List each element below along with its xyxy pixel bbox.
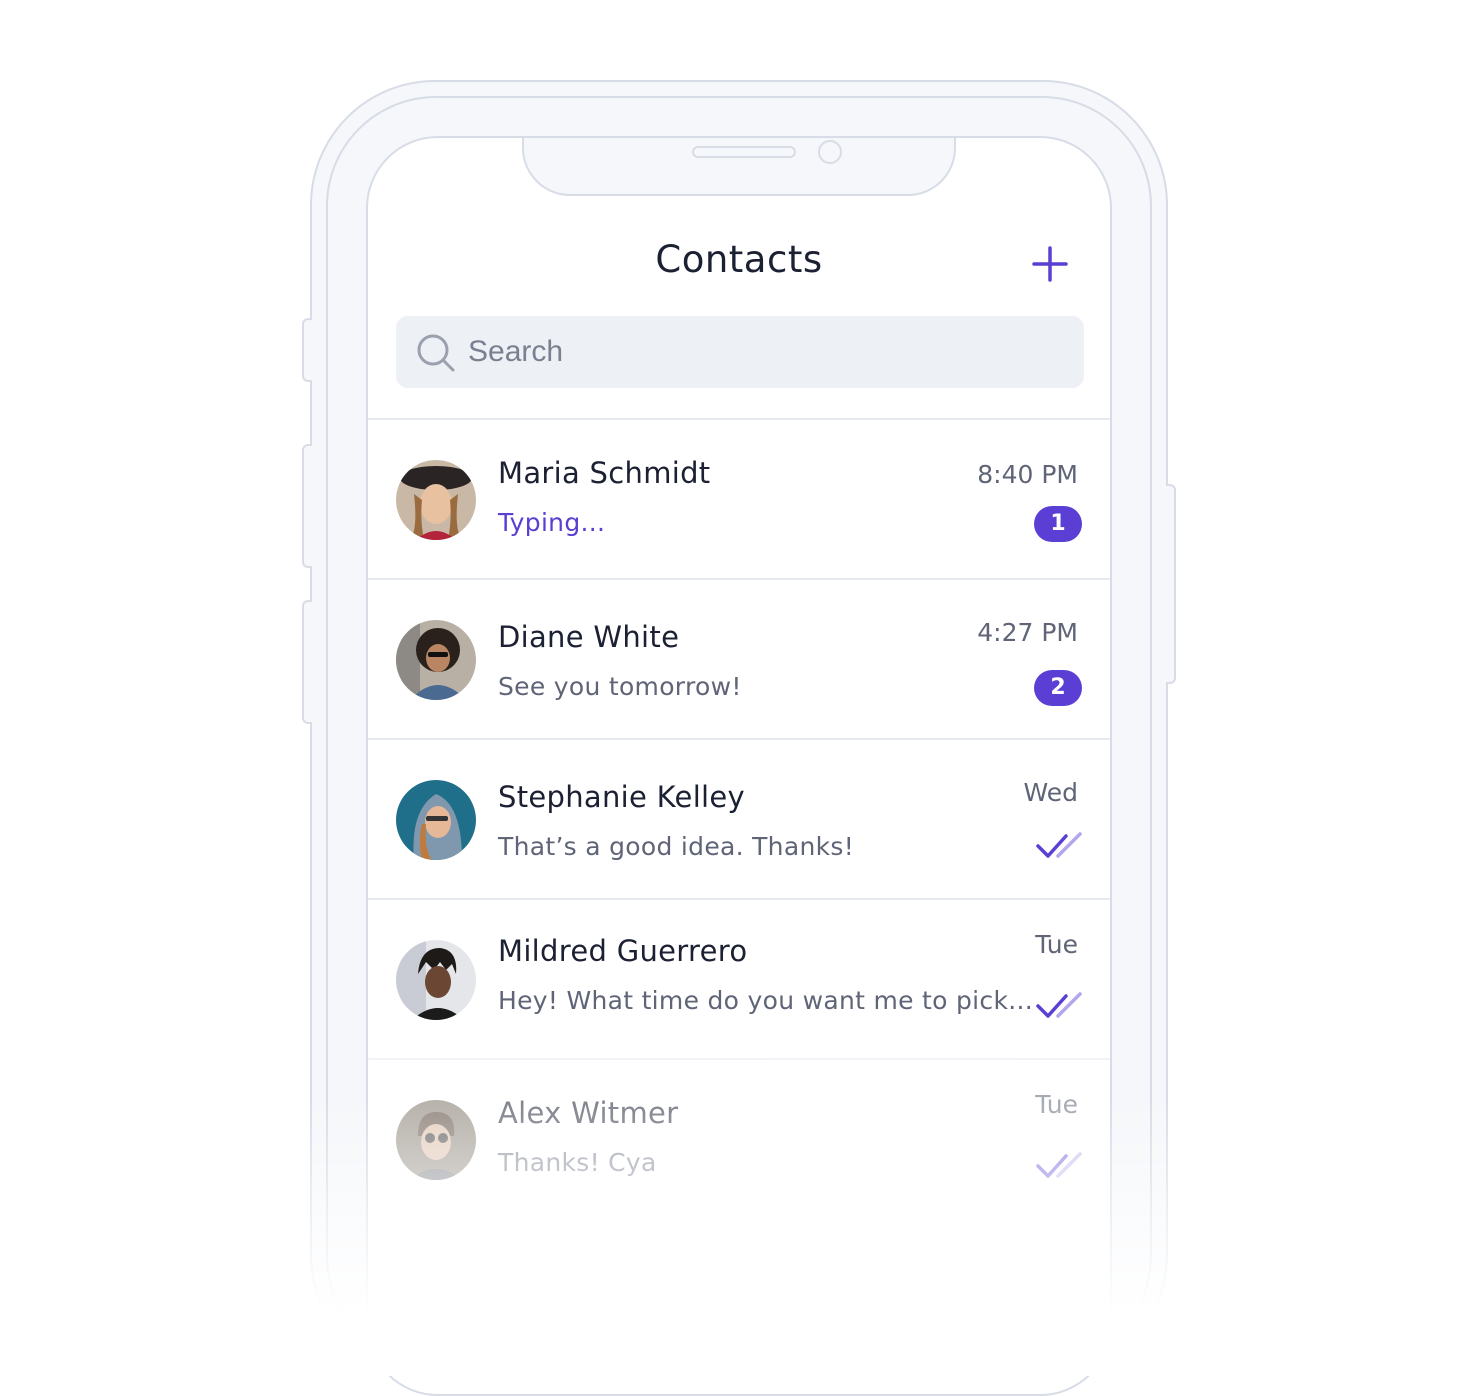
contact-name: Maria Schmidt (498, 456, 711, 490)
search-bar[interactable] (396, 316, 1084, 388)
message-preview: That’s a good idea. Thanks! (498, 832, 855, 861)
notch (522, 138, 956, 196)
volume-up-button (302, 444, 312, 568)
contact-row-alex-witmer[interactable]: Alex Witmer Thanks! Cya Tue (368, 1058, 1110, 1218)
search-input[interactable] (468, 316, 1068, 388)
double-check-icon (1036, 992, 1082, 1018)
contact-name: Diane White (498, 620, 680, 654)
search-icon (417, 334, 455, 372)
typing-indicator: Typing... (498, 508, 606, 537)
contacts-list: Maria Schmidt Typing... 8:40 PM 1 Diane … (368, 418, 1110, 1218)
phone-screen: Contacts Maria (366, 136, 1112, 1396)
avatar (396, 940, 476, 1020)
page-title: Contacts (655, 238, 823, 281)
avatar (396, 780, 476, 860)
message-preview: Hey! What time do you want me to pick... (498, 986, 1033, 1015)
message-time: 8:40 PM (977, 460, 1078, 489)
speaker-grille (692, 146, 796, 158)
contact-name: Alex Witmer (498, 1096, 679, 1130)
contact-row-stephanie-kelley[interactable]: Stephanie Kelley That’s a good idea. Tha… (368, 738, 1110, 898)
contact-row-mildred-guerrero[interactable]: Mildred Guerrero Hey! What time do you w… (368, 898, 1110, 1058)
message-time: 4:27 PM (977, 618, 1078, 647)
unread-badge: 2 (1034, 670, 1082, 706)
message-time: Wed (1023, 778, 1078, 807)
avatar (396, 620, 476, 700)
double-check-icon (1036, 1152, 1082, 1178)
message-preview: Thanks! Cya (498, 1148, 657, 1177)
message-time: Tue (1035, 930, 1078, 959)
contact-row-diane-white[interactable]: Diane White See you tomorrow! 4:27 PM 2 (368, 578, 1110, 738)
message-time: Tue (1035, 1090, 1078, 1119)
plus-icon (1032, 246, 1068, 282)
contact-row-maria-schmidt[interactable]: Maria Schmidt Typing... 8:40 PM 1 (368, 418, 1110, 578)
avatar (396, 460, 476, 540)
message-preview: See you tomorrow! (498, 672, 742, 701)
double-check-icon (1036, 832, 1082, 858)
avatar (396, 1100, 476, 1180)
power-button (1166, 484, 1176, 684)
front-camera (818, 140, 842, 164)
unread-badge: 1 (1034, 506, 1082, 542)
add-contact-button[interactable] (1032, 246, 1068, 282)
contact-name: Stephanie Kelley (498, 780, 746, 814)
volume-down-button (302, 600, 312, 724)
mute-switch (302, 318, 312, 382)
contact-name: Mildred Guerrero (498, 934, 748, 968)
